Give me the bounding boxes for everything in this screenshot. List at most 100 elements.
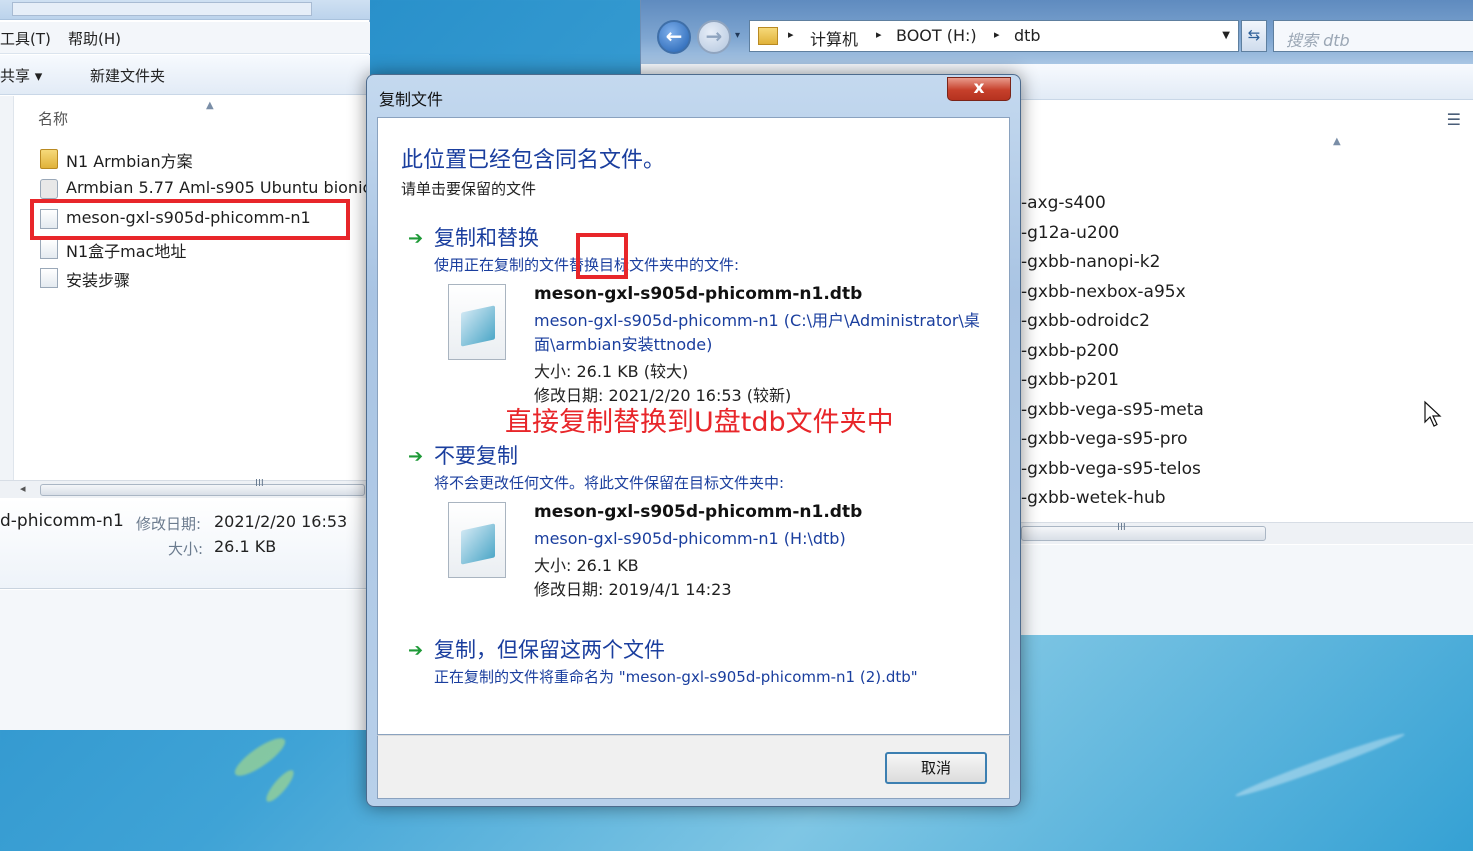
text-file-icon: [40, 268, 58, 288]
details-pane: d-phicomm-n1 修改日期: 2021/2/20 16:53 大小: 2…: [0, 499, 370, 589]
back-button[interactable]: ←: [657, 20, 691, 54]
cancel-button[interactable]: 取消: [885, 752, 987, 784]
window-bottom-area: [0, 590, 370, 730]
scroll-left-arrow-icon[interactable]: ◂: [20, 482, 26, 495]
file-item[interactable]: -gxbb-p201: [1021, 367, 1461, 395]
file-name: -g12a-u200: [1021, 223, 1120, 243]
green-arrow-icon: ➔: [408, 640, 424, 661]
share-button[interactable]: 共享 ▾: [0, 65, 42, 86]
file-name: -axg-s400: [1021, 193, 1106, 213]
explorer-window-left: 工具(T) 帮助(H) 共享 ▾ 新建文件夹 名称 ▲ N1 Armbian方案…: [0, 0, 370, 730]
file-name: -gxbb-odroidc2: [1021, 311, 1150, 331]
green-arrow-icon: ➔: [408, 228, 424, 249]
wallpaper-leaf: [262, 766, 298, 806]
sub-instruction: 请单击要保留的文件: [401, 180, 537, 198]
wallpaper-streak: [1233, 729, 1407, 801]
breadcrumb-separator-icon[interactable]: ▸: [876, 28, 882, 41]
forward-button[interactable]: →: [697, 20, 731, 54]
sort-ascending-icon: ▲: [206, 100, 214, 111]
file-name: -gxbb-wetek-hub: [1021, 488, 1166, 508]
new-folder-button[interactable]: 新建文件夹: [90, 65, 165, 86]
address-bar[interactable]: ▸ 计算机 ▸ BOOT (H:) ▸ dtb ▼: [749, 20, 1239, 52]
red-highlight-box-replace: [576, 233, 628, 279]
file-item[interactable]: -axg-s400: [1021, 190, 1461, 218]
installer-icon: [40, 179, 58, 199]
red-highlight-box-file: [30, 199, 350, 240]
details-size-value: 26.1 KB: [214, 537, 277, 556]
search-placeholder: 搜索 dtb: [1286, 31, 1350, 50]
mouse-pointer-icon: [1424, 400, 1442, 427]
file-name: meson-gxl-s905d-phicomm-n1.dtb: [534, 284, 863, 304]
file-item[interactable]: -gxbb-odroidc2: [1021, 308, 1461, 336]
file-name: -gxbb-p200: [1021, 341, 1119, 361]
breadcrumb-folder[interactable]: dtb: [1014, 26, 1041, 45]
file-item[interactable]: -gxbb-vega-s95-pro: [1021, 426, 1461, 454]
dtb-file-icon: [448, 284, 506, 360]
folder-icon: [40, 149, 58, 169]
scrollbar-grip: III: [255, 478, 264, 489]
sort-ascending-icon: ▲: [1333, 136, 1341, 147]
copy-and-replace-option[interactable]: ➔ 复制和替换 使用正在复制的文件替换目标文件夹中的文件:: [408, 222, 988, 274]
breadcrumb-drive[interactable]: BOOT (H:): [896, 26, 977, 45]
scrollbar-thumb[interactable]: [40, 484, 365, 496]
option-title: 不要复制: [434, 444, 518, 468]
file-name: -gxbb-nanopi-k2: [1021, 252, 1161, 272]
details-size-label: 大小:: [168, 540, 204, 558]
details-modified-label: 修改日期:: [136, 515, 202, 533]
file-name: N1 Armbian方案: [66, 152, 193, 171]
file-name: N1盒子mac地址: [66, 242, 187, 261]
breadcrumb-computer[interactable]: 计算机: [810, 26, 858, 50]
search-input[interactable]: 搜索 dtb: [1273, 20, 1473, 52]
menu-bar: 工具(T) 帮助(H): [0, 22, 370, 54]
close-button[interactable]: x: [947, 77, 1011, 101]
file-name: -gxbb-vega-s95-meta: [1021, 400, 1204, 420]
file-item[interactable]: -gxbb-nanopi-k2: [1021, 249, 1461, 277]
option-title: 复制，但保留这两个文件: [434, 638, 665, 662]
source-file-info[interactable]: meson-gxl-s905d-phicomm-n1.dtb meson-gxl…: [448, 284, 988, 405]
dont-copy-option[interactable]: ➔ 不要复制 将不会更改任何文件。将此文件保留在目标文件夹中:: [408, 440, 988, 492]
horizontal-scrollbar[interactable]: III: [1021, 522, 1473, 544]
file-item[interactable]: -gxbb-p200: [1021, 338, 1461, 366]
destination-file-info[interactable]: meson-gxl-s905d-phicomm-n1.dtb meson-gxl…: [448, 502, 988, 602]
copy-keep-both-option[interactable]: ➔ 复制，但保留这两个文件 正在复制的文件将重命名为 "meson-gxl-s9…: [408, 634, 988, 686]
file-item[interactable]: 安装步骤: [40, 265, 370, 291]
menu-tools[interactable]: 工具(T): [0, 28, 51, 49]
scrollbar-thumb[interactable]: [1021, 526, 1266, 541]
file-path: meson-gxl-s905d-phicomm-n1 (C:\用户\Admini…: [534, 311, 980, 354]
file-item[interactable]: -g12a-u200: [1021, 220, 1461, 248]
main-instruction: 此位置已经包含同名文件。: [401, 148, 666, 173]
address-dropdown-icon[interactable]: ▼: [1222, 30, 1230, 41]
recent-pages-dropdown-icon[interactable]: ▾: [735, 30, 740, 41]
file-item[interactable]: -gxbb-vega-s95-meta: [1021, 397, 1461, 425]
file-name: -gxbb-vega-s95-telos: [1021, 459, 1201, 479]
breadcrumb-separator-icon[interactable]: ▸: [994, 28, 1000, 41]
file-name: -gxbb-vega-s95-pro: [1021, 429, 1188, 449]
file-item[interactable]: N1 Armbian方案: [40, 146, 370, 172]
option-description: 将不会更改任何文件。将此文件保留在目标文件夹中:: [434, 474, 785, 492]
file-item[interactable]: -gxbb-wetek-hub: [1021, 485, 1461, 513]
command-bar: 共享 ▾ 新建文件夹: [0, 55, 370, 95]
text-file-icon: [40, 239, 58, 259]
navigation-pane[interactable]: [0, 96, 14, 486]
scrollbar-grip: III: [1117, 522, 1126, 533]
window-bottom-area: [1021, 545, 1473, 635]
option-title: 复制和替换: [434, 226, 539, 250]
file-name: -gxbb-p201: [1021, 370, 1119, 390]
column-header-name[interactable]: 名称 ▲: [30, 100, 370, 134]
refresh-icon[interactable]: ⇆: [1241, 20, 1267, 52]
dialog-footer: 取消: [377, 735, 1010, 799]
green-arrow-icon: ➔: [408, 446, 424, 467]
breadcrumb-separator-icon[interactable]: ▸: [788, 28, 794, 41]
file-modified: 修改日期: 2019/4/1 14:23: [534, 580, 732, 599]
dialog-title: 复制文件: [379, 90, 444, 109]
details-modified-value: 2021/2/20 16:53: [214, 512, 348, 531]
view-options-icon[interactable]: ☰: [1447, 110, 1461, 129]
menu-help[interactable]: 帮助(H): [68, 28, 121, 49]
wallpaper-leaf: [230, 732, 290, 782]
file-size: 大小: 26.1 KB (较大): [534, 362, 689, 381]
file-name: meson-gxl-s905d-phicomm-n1.dtb: [534, 502, 863, 522]
column-header-label: 名称: [38, 110, 69, 128]
horizontal-scrollbar[interactable]: ◂ III: [0, 478, 370, 498]
file-item[interactable]: -gxbb-nexbox-a95x: [1021, 279, 1461, 307]
file-item[interactable]: -gxbb-vega-s95-telos: [1021, 456, 1461, 484]
